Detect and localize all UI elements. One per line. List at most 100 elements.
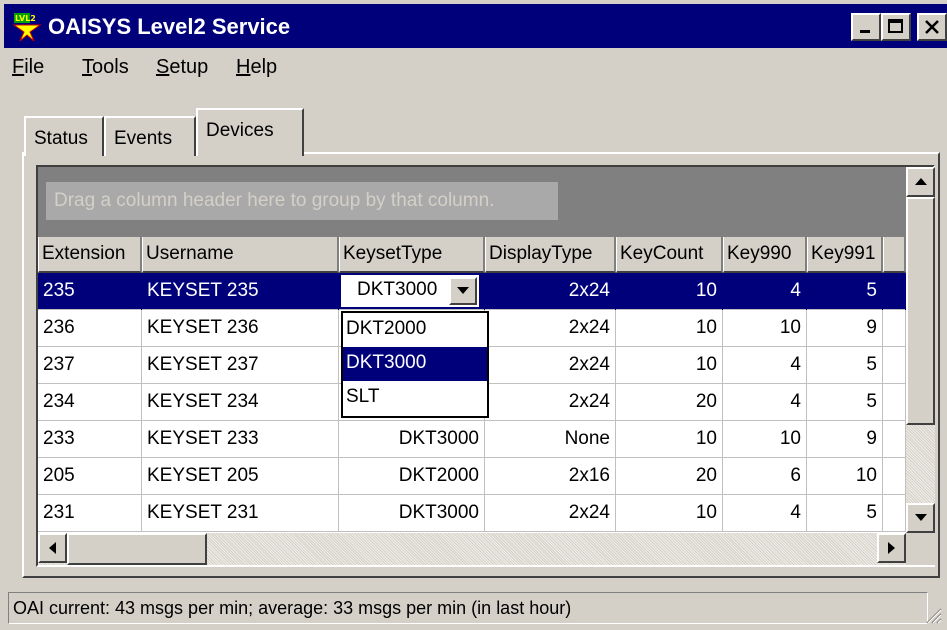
maximize-button[interactable] <box>881 13 911 41</box>
vertical-scrollbar[interactable] <box>906 167 935 533</box>
cell-key990[interactable]: 4 <box>723 347 807 384</box>
cell-extra[interactable] <box>883 495 906 532</box>
cell-key991[interactable]: 9 <box>807 421 883 458</box>
cell-displaytype[interactable]: None <box>485 421 616 458</box>
table-row[interactable]: 231 KEYSET 231 DKT3000 2x24 10 4 5 <box>38 495 906 532</box>
keysettype-combobox[interactable]: DKT3000 <box>341 275 479 307</box>
cell-extension[interactable]: 236 <box>38 310 142 347</box>
tab-status-label: Status <box>34 128 88 149</box>
close-icon <box>925 20 939 34</box>
cell-extra[interactable] <box>883 421 906 458</box>
scrollbar-corner <box>906 533 935 565</box>
cell-keycount[interactable]: 10 <box>616 310 723 347</box>
combobox-dropdown-button[interactable] <box>449 277 477 305</box>
column-header-keysettype[interactable]: KeysetType <box>339 237 485 273</box>
table-row[interactable]: 235 KEYSET 235 DKT3000 2x24 10 4 5 <box>38 273 906 310</box>
cell-keysettype[interactable]: DKT3000 <box>339 421 485 458</box>
menu-tools-mnemonic: T <box>82 56 92 78</box>
tab-devices[interactable]: Devices <box>196 108 304 156</box>
menu-file[interactable]: File <box>12 56 44 79</box>
cell-keysettype-editor[interactable]: DKT3000 <box>339 273 485 310</box>
menu-help[interactable]: Help <box>236 56 277 79</box>
column-header-extension[interactable]: Extension <box>38 237 142 273</box>
dropdown-option-slt[interactable]: SLT <box>343 381 487 415</box>
scroll-right-button[interactable] <box>877 533 906 563</box>
table-row[interactable]: 233 KEYSET 233 DKT3000 None 10 10 9 <box>38 421 906 458</box>
horizontal-scrollbar[interactable] <box>38 533 906 565</box>
column-header-displaytype[interactable]: DisplayType <box>485 237 616 273</box>
cell-key991[interactable]: 9 <box>807 310 883 347</box>
cell-extra[interactable] <box>883 347 906 384</box>
column-header-username[interactable]: Username <box>142 237 339 273</box>
cell-key991[interactable]: 5 <box>807 347 883 384</box>
cell-key991[interactable]: 5 <box>807 273 883 310</box>
cell-keycount[interactable]: 10 <box>616 347 723 384</box>
cell-key990[interactable]: 10 <box>723 421 807 458</box>
cell-key990[interactable]: 6 <box>723 458 807 495</box>
menu-tools[interactable]: Tools <box>82 56 129 79</box>
cell-extra[interactable] <box>883 458 906 495</box>
cell-extra[interactable] <box>883 384 906 421</box>
column-header-key990[interactable]: Key990 <box>723 237 807 273</box>
column-header-key991[interactable]: Key991 <box>807 237 883 273</box>
menu-setup[interactable]: Setup <box>156 56 208 79</box>
horizontal-scroll-thumb[interactable] <box>67 533 207 565</box>
cell-extension[interactable]: 233 <box>38 421 142 458</box>
cell-username[interactable]: KEYSET 231 <box>142 495 339 532</box>
cell-extension[interactable]: 205 <box>38 458 142 495</box>
table-row[interactable]: 205 KEYSET 205 DKT2000 2x16 20 6 10 <box>38 458 906 495</box>
cell-displaytype[interactable]: 2x24 <box>485 384 616 421</box>
scroll-left-button[interactable] <box>38 533 67 563</box>
cell-username[interactable]: KEYSET 234 <box>142 384 339 421</box>
cell-keysettype[interactable]: DKT3000 <box>339 495 485 532</box>
cell-keycount[interactable]: 20 <box>616 384 723 421</box>
cell-keysettype[interactable]: DKT2000 <box>339 458 485 495</box>
keysettype-dropdown-list[interactable]: DKT2000 DKT3000 SLT <box>341 311 489 418</box>
cell-key990[interactable]: 10 <box>723 310 807 347</box>
cell-keycount[interactable]: 10 <box>616 421 723 458</box>
cell-username[interactable]: KEYSET 237 <box>142 347 339 384</box>
cell-extension[interactable]: 234 <box>38 384 142 421</box>
cell-extra[interactable] <box>883 310 906 347</box>
dropdown-option-dkt3000[interactable]: DKT3000 <box>343 347 487 381</box>
tab-status[interactable]: Status <box>24 116 104 156</box>
cell-username[interactable]: KEYSET 236 <box>142 310 339 347</box>
cell-key990[interactable]: 4 <box>723 495 807 532</box>
cell-displaytype[interactable]: 2x24 <box>485 310 616 347</box>
cell-key990[interactable]: 4 <box>723 273 807 310</box>
cell-displaytype[interactable]: 2x24 <box>485 273 616 310</box>
vertical-scroll-thumb[interactable] <box>906 197 935 425</box>
close-button[interactable] <box>917 13 947 41</box>
cell-keycount[interactable]: 10 <box>616 495 723 532</box>
tab-events[interactable]: Events <box>104 116 196 156</box>
main-window: LVL2 OAISYS Level2 Service File Tools Se… <box>0 0 947 630</box>
group-by-area[interactable]: Drag a column header here to group by th… <box>38 167 906 237</box>
scroll-down-button[interactable] <box>906 503 935 533</box>
minimize-button[interactable] <box>851 13 881 41</box>
dropdown-option-dkt2000[interactable]: DKT2000 <box>343 313 487 347</box>
cell-keycount[interactable]: 10 <box>616 273 723 310</box>
column-header-keycount[interactable]: KeyCount <box>616 237 723 273</box>
cell-displaytype[interactable]: 2x24 <box>485 347 616 384</box>
title-bar[interactable]: LVL2 OAISYS Level2 Service <box>4 4 947 48</box>
cell-displaytype[interactable]: 2x16 <box>485 458 616 495</box>
cell-keycount[interactable]: 20 <box>616 458 723 495</box>
cell-extra[interactable] <box>883 273 906 310</box>
cell-username[interactable]: KEYSET 205 <box>142 458 339 495</box>
cell-key991[interactable]: 10 <box>807 458 883 495</box>
cell-displaytype[interactable]: 2x24 <box>485 495 616 532</box>
menu-help-label: elp <box>250 56 278 78</box>
cell-key990[interactable]: 4 <box>723 384 807 421</box>
cell-key991[interactable]: 5 <box>807 384 883 421</box>
cell-extension[interactable]: 235 <box>38 273 142 310</box>
cell-username[interactable]: KEYSET 233 <box>142 421 339 458</box>
cell-username[interactable]: KEYSET 235 <box>142 273 339 310</box>
cell-extension[interactable]: 237 <box>38 347 142 384</box>
scroll-up-button[interactable] <box>906 167 935 197</box>
cell-extension[interactable]: 231 <box>38 495 142 532</box>
menu-tools-label: ools <box>92 56 129 78</box>
resize-grip-icon[interactable] <box>924 606 942 624</box>
arrow-down-icon <box>914 514 927 521</box>
column-header-extra[interactable] <box>883 237 906 273</box>
cell-key991[interactable]: 5 <box>807 495 883 532</box>
